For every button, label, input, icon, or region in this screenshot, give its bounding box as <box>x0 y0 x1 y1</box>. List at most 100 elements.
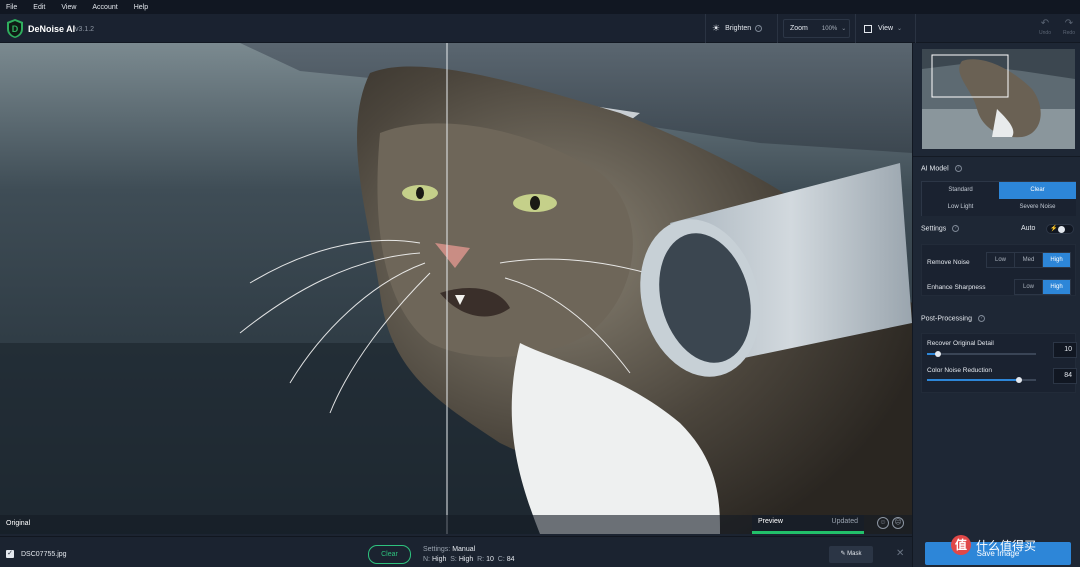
undo-label: Undo <box>1039 30 1051 36</box>
preview-status: Preview Updated <box>752 515 864 534</box>
menu-file[interactable]: File <box>6 4 17 11</box>
image-checkbox[interactable]: ✓ <box>6 550 14 558</box>
redo-button[interactable]: ↷ Redo <box>1059 18 1079 36</box>
recover-detail-label: Recover Original Detail <box>927 340 994 347</box>
recover-detail-slider[interactable] <box>927 351 1036 357</box>
settings-panel: AI Model ? Standard Clear Low Light Seve… <box>912 43 1080 567</box>
r-label: R: <box>477 556 485 563</box>
zoom-control[interactable]: Zoom 100% ⌄ <box>783 19 850 38</box>
remove-noise-low[interactable]: Low <box>987 253 1015 267</box>
toolbar-divider <box>705 14 706 43</box>
watermark-text: 什么值得买 <box>976 538 1037 553</box>
enhance-sharpness-label: Enhance Sharpness <box>927 284 986 291</box>
zoom-value: 100% <box>821 25 838 32</box>
help-icon[interactable]: ? <box>952 225 960 232</box>
auto-label: Auto <box>1021 225 1036 232</box>
navigator-thumbnail[interactable] <box>922 49 1075 149</box>
remove-noise-label: Remove Noise <box>927 259 970 266</box>
enhance-sharpness-selector: Low High <box>1014 279 1071 295</box>
settings-mode: Manual <box>452 546 476 553</box>
toolbar-divider <box>855 14 856 43</box>
help-icon[interactable]: ? <box>954 165 962 172</box>
sharpness-high[interactable]: High <box>1043 280 1070 294</box>
c-label: C: <box>497 556 505 563</box>
model-low-light[interactable]: Low Light <box>922 199 999 216</box>
color-noise-value[interactable]: 84 <box>1053 368 1077 384</box>
view-label: View <box>878 25 894 32</box>
face-icon[interactable]: ☺ <box>877 517 889 529</box>
zoom-label: Zoom <box>790 25 808 32</box>
image-list-bar: ✓ DSC07755.jpg Clear Settings: Manual N:… <box>0 536 912 567</box>
redo-icon: ↷ <box>1064 18 1074 29</box>
split-view-icon <box>864 24 872 33</box>
panel-divider <box>913 156 1080 157</box>
brush-icon: ✎ <box>840 551 846 557</box>
lightning-icon: ⚡ <box>1050 226 1058 232</box>
slider-thumb[interactable] <box>1015 377 1022 383</box>
mask-button[interactable]: ✎ Mask <box>829 546 873 563</box>
menu-account[interactable]: Account <box>92 4 117 11</box>
remove-noise-high[interactable]: High <box>1043 253 1070 267</box>
view-control[interactable]: View ⌄ <box>860 19 910 38</box>
ai-model-title: AI Model <box>921 165 949 173</box>
help-icon[interactable]: ? <box>755 25 763 32</box>
chevron-down-icon: ⌄ <box>897 26 903 32</box>
svg-text:D: D <box>12 24 19 34</box>
settings-summary: Settings: Manual <box>423 546 475 553</box>
recover-detail-value[interactable]: 10 <box>1053 342 1077 358</box>
mask-label: Mask <box>847 551 862 557</box>
slider-thumb[interactable] <box>934 351 941 357</box>
watermark: 值 什么值得买 <box>951 534 1076 556</box>
n-value: High <box>431 556 447 563</box>
preview-progress-bar <box>752 531 864 534</box>
remove-noise-selector: Low Med High <box>986 252 1071 268</box>
model-clear[interactable]: Clear <box>999 182 1076 199</box>
app-title: DeNoise AI <box>28 24 76 34</box>
slider-fill <box>927 379 1019 381</box>
model-standard[interactable]: Standard <box>922 182 999 199</box>
s-value: High <box>458 556 474 563</box>
color-noise-label: Color Noise Reduction <box>927 367 993 374</box>
settings-values: N: High S: High R: 10 C: 84 <box>423 556 515 563</box>
post-processing-section: Post-Processing ? <box>921 315 985 322</box>
r-value: 10 <box>486 556 494 563</box>
settings-label: Settings: <box>423 546 451 553</box>
app-version: v3.1.2 <box>75 26 95 33</box>
settings-section: Settings ? <box>921 225 960 233</box>
toolbar: D DeNoise AI v3.1.2 ☀ Brighten ? Zoom 10… <box>0 14 1080 43</box>
ai-model-selector: Standard Clear Low Light Severe Noise <box>921 181 1076 216</box>
model-severe-noise[interactable]: Severe Noise <box>999 199 1076 216</box>
app-window: File Edit View Account Help D DeNoise AI… <box>0 0 1080 567</box>
image-canvas[interactable] <box>0 43 912 534</box>
sharpness-low[interactable]: Low <box>1015 280 1043 294</box>
undo-button[interactable]: ↶ Undo <box>1035 18 1055 36</box>
settings-title: Settings <box>921 225 947 233</box>
sun-icon: ☀ <box>712 23 721 33</box>
toolbar-divider <box>915 14 916 43</box>
thumbnail-image <box>922 49 1075 149</box>
chevron-down-icon: ⌄ <box>841 26 847 32</box>
brighten-control[interactable]: ☀ Brighten ? <box>712 19 763 38</box>
s-label: S: <box>450 556 457 563</box>
remove-noise-med[interactable]: Med <box>1015 253 1043 267</box>
updated-label: Updated <box>831 518 858 525</box>
menu-view[interactable]: View <box>61 4 76 11</box>
original-label: Original <box>6 520 31 527</box>
model-badge-button[interactable]: Clear <box>368 545 411 564</box>
watermark-logo: 值 <box>951 535 971 555</box>
menu-edit[interactable]: Edit <box>33 4 45 11</box>
filename: DSC07755.jpg <box>21 551 67 558</box>
face-off-icon[interactable]: ☹ <box>892 517 904 529</box>
toggle-knob <box>1058 226 1065 233</box>
app-logo-icon: D <box>7 19 23 38</box>
c-value: 84 <box>506 556 515 563</box>
post-processing-title: Post-Processing <box>921 315 972 323</box>
close-icon[interactable]: ✕ <box>896 548 904 559</box>
help-icon[interactable]: ? <box>977 315 985 322</box>
color-noise-slider[interactable] <box>927 377 1036 383</box>
photo-preview <box>0 43 912 534</box>
auto-toggle[interactable]: ⚡ <box>1046 224 1074 234</box>
menu-help[interactable]: Help <box>134 4 148 11</box>
redo-label: Redo <box>1063 30 1075 36</box>
settings-card: Remove Noise Low Med High Enhance Sharpn… <box>921 244 1076 296</box>
